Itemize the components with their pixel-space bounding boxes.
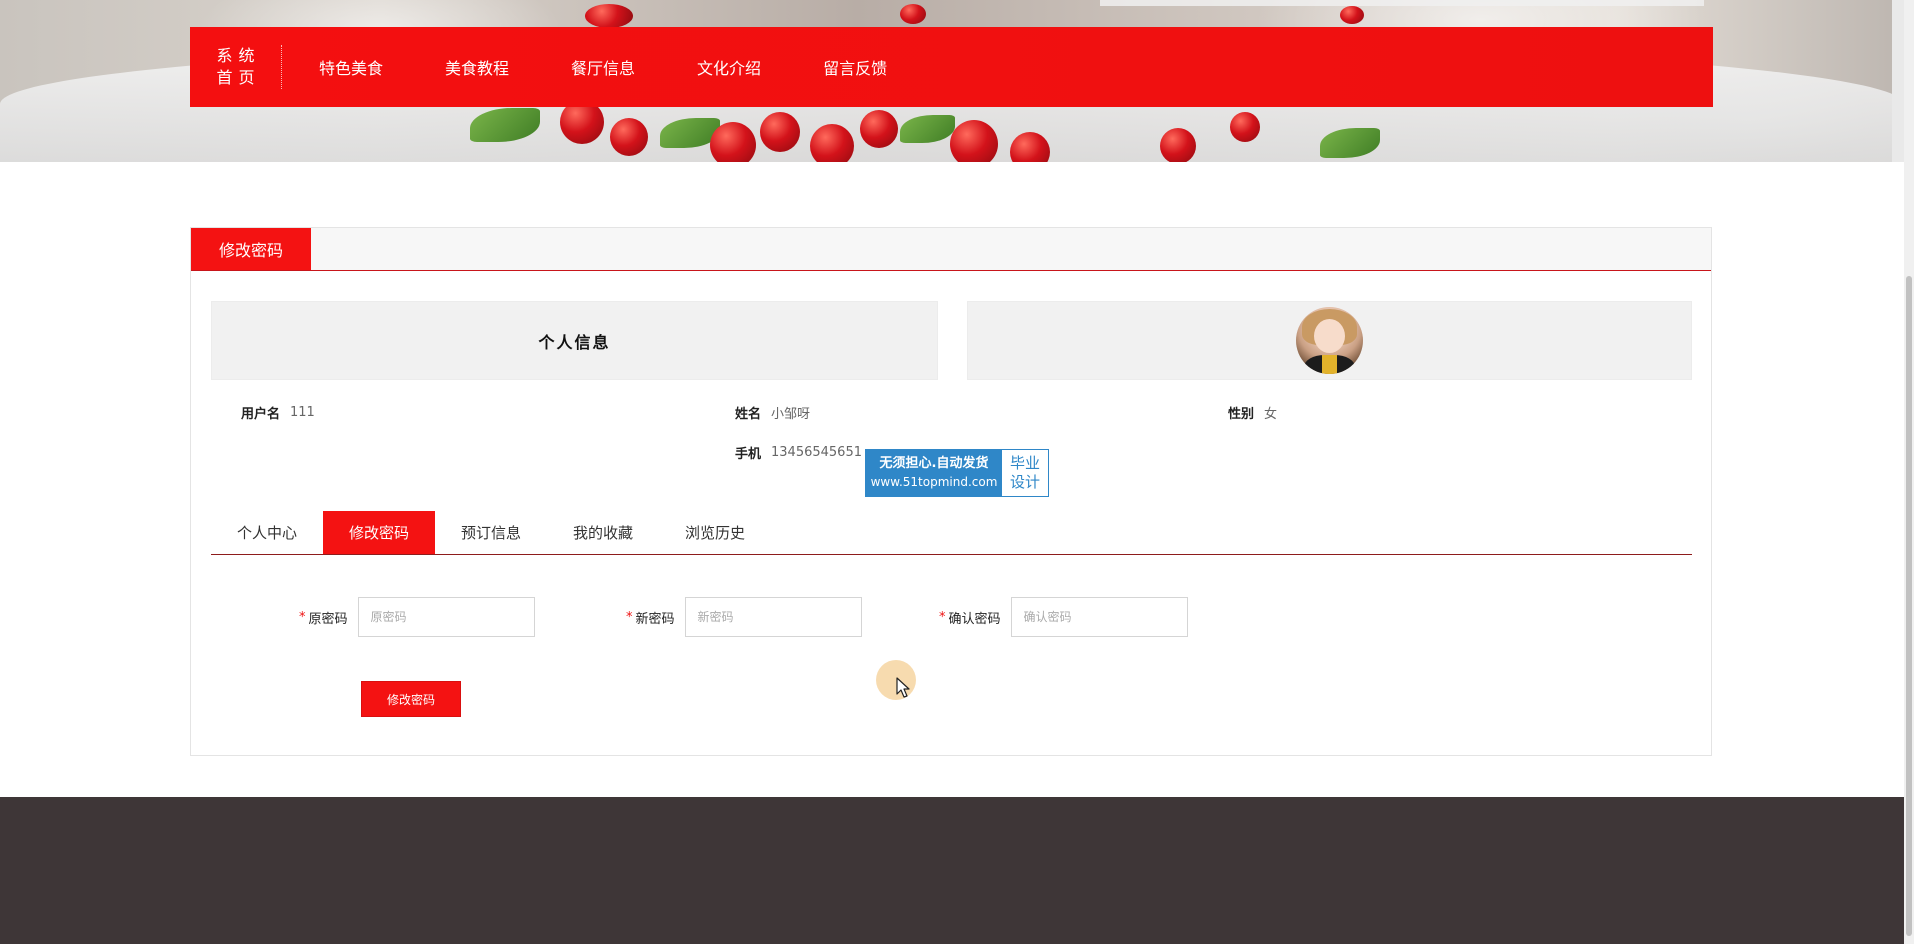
field-phone: 手机 13456545651 <box>735 443 862 462</box>
hero-berry <box>810 124 854 162</box>
hero-berry <box>1230 112 1260 142</box>
scrollbar-thumb[interactable] <box>1906 276 1912 936</box>
watermark-badge: 无须担心.自动发货 www.51topmind.com 毕业 设计 <box>865 449 1049 497</box>
watermark-right: 毕业 设计 <box>1002 450 1048 496</box>
hero-berry <box>1160 128 1196 162</box>
required-mark: * <box>626 609 633 625</box>
field-phone-value: 13456545651 <box>771 445 862 460</box>
field-name: 姓名 小邹呀 <box>735 403 810 422</box>
new-password-input[interactable] <box>684 597 862 637</box>
confirm-password-label: 确认密码 <box>948 611 1001 627</box>
panel-header: 修改密码 <box>191 228 1711 271</box>
field-gender-value: 女 <box>1264 407 1278 422</box>
hero-berry <box>900 4 926 24</box>
old-password-label: 原密码 <box>308 611 348 627</box>
avatar[interactable] <box>1296 307 1363 374</box>
hero-berry <box>585 4 633 28</box>
field-username-label: 用户名 <box>241 407 281 422</box>
tab-favorites[interactable]: 我的收藏 <box>547 511 659 554</box>
field-phone-label: 手机 <box>735 447 762 462</box>
confirm-password-input[interactable] <box>1010 597 1188 637</box>
page-scrollbar[interactable] <box>1904 0 1914 944</box>
hero-edge <box>1892 0 1904 162</box>
main-nav: 系统 首页 特色美食 美食教程 餐厅信息 文化介绍 留言反馈 <box>190 27 1713 107</box>
field-username-value: 111 <box>290 405 315 420</box>
field-name-label: 姓名 <box>735 407 762 422</box>
confirm-password-group: * 确认密码 <box>939 597 1188 637</box>
hero-berry <box>860 110 898 148</box>
cursor-arrow-icon <box>896 677 910 698</box>
hero-berry <box>760 112 800 152</box>
hero-top-bar <box>1100 0 1704 6</box>
required-mark: * <box>939 609 946 625</box>
new-password-label: 新密码 <box>635 611 675 627</box>
avatar-shirt <box>1304 355 1355 374</box>
personal-info-header: 个人信息 <box>211 301 938 380</box>
panel-title: 修改密码 <box>191 228 311 270</box>
nav-item-feedback[interactable]: 留言反馈 <box>790 55 916 79</box>
watermark-right-line1: 毕业 <box>1009 454 1040 472</box>
watermark-url: www.51topmind.com <box>870 475 998 489</box>
field-username: 用户名 111 <box>241 403 315 422</box>
nav-brand-line2: 首页 <box>216 68 261 87</box>
avatar-container <box>967 301 1692 380</box>
hero-berry <box>610 118 648 156</box>
new-password-group: * 新密码 <box>626 597 862 637</box>
watermark-right-line2: 设计 <box>1009 473 1040 491</box>
required-mark: * <box>299 609 306 625</box>
tab-history[interactable]: 浏览历史 <box>659 511 771 554</box>
nav-menu: 特色美食 美食教程 餐厅信息 文化介绍 留言反馈 <box>286 55 916 79</box>
hero-berry <box>950 120 998 162</box>
field-gender-label: 性别 <box>1228 407 1255 422</box>
hero-berry <box>710 122 756 162</box>
nav-item-culture[interactable]: 文化介绍 <box>664 55 790 79</box>
nav-item-food-tutorials[interactable]: 美食教程 <box>412 55 538 79</box>
content-panel: 修改密码 个人信息 用户名 111 姓名 小邹呀 性别 女 手机 1345654… <box>190 227 1712 756</box>
old-password-group: * 原密码 <box>299 597 535 637</box>
personal-info-heading: 个人信息 <box>538 332 611 352</box>
tab-change-password[interactable]: 修改密码 <box>323 511 435 554</box>
old-password-input[interactable] <box>357 597 535 637</box>
nav-home-link[interactable]: 系统 首页 <box>190 45 282 89</box>
watermark-slogan: 无须担心.自动发货 <box>879 456 989 471</box>
avatar-face <box>1314 319 1345 353</box>
watermark-left: 无须担心.自动发货 www.51topmind.com <box>866 450 1002 496</box>
page-footer <box>0 797 1904 944</box>
nav-item-restaurant-info[interactable]: 餐厅信息 <box>538 55 664 79</box>
nav-item-featured-food[interactable]: 特色美食 <box>286 55 412 79</box>
tab-reservations[interactable]: 预订信息 <box>435 511 547 554</box>
field-gender: 性别 女 <box>1228 403 1277 422</box>
hero-berry <box>1340 6 1364 24</box>
field-name-value: 小邹呀 <box>771 407 811 422</box>
change-password-button[interactable]: 修改密码 <box>361 681 461 717</box>
user-center-tabs: 个人中心 修改密码 预订信息 我的收藏 浏览历史 <box>211 511 1692 555</box>
nav-brand-line1: 系统 <box>216 46 261 65</box>
tab-personal-center[interactable]: 个人中心 <box>211 511 323 554</box>
